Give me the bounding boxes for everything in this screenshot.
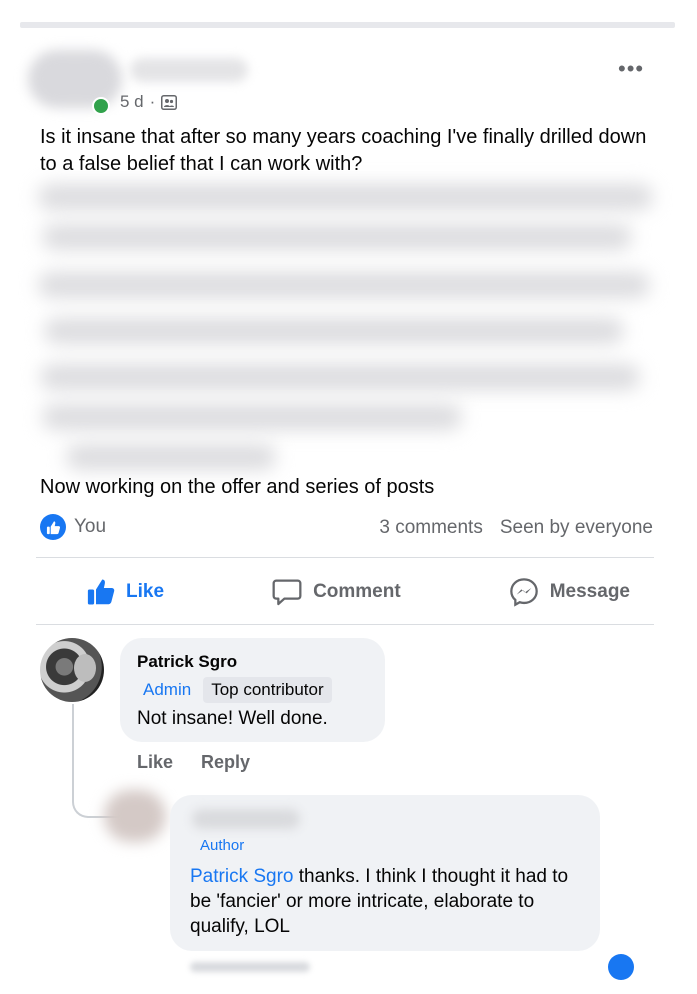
post-body-text: Is it insane that after so many years co… <box>40 126 647 175</box>
like-reaction-icon <box>40 514 66 540</box>
like-button-label: Like <box>126 581 165 602</box>
reply-actions-cutoff <box>190 962 310 972</box>
divider-top <box>36 557 654 558</box>
thumbs-up-icon <box>87 579 115 605</box>
reply-author-avatar[interactable] <box>104 790 166 842</box>
message-button[interactable]: Message <box>508 576 630 608</box>
meta-separator: · <box>149 92 156 111</box>
blurred-post-content <box>36 178 658 470</box>
thumbs-up-icon <box>46 520 60 534</box>
top-divider <box>20 22 675 28</box>
group-members-icon <box>161 94 178 110</box>
post-timestamp[interactable]: 5 d <box>120 92 144 112</box>
like-button[interactable]: Like <box>86 577 164 607</box>
divider-bottom <box>36 624 654 625</box>
comment-reply-button[interactable]: Reply <box>201 752 250 773</box>
poster-name[interactable] <box>130 58 248 82</box>
reply-text: Patrick Sgro thanks. I think I thought i… <box>190 864 590 939</box>
comment-author-badges: Admin Top contributor <box>137 677 332 703</box>
reply-author-name[interactable] <box>192 809 300 829</box>
reaction-icon-cutoff <box>608 954 634 980</box>
reply-bubble: Author Patrick Sgro thanks. I think I th… <box>170 795 600 951</box>
admin-badge[interactable]: Admin <box>137 677 198 703</box>
top-contributor-badge[interactable]: Top contributor <box>203 677 332 703</box>
post-action-bar: Like Comment Message <box>36 562 654 622</box>
comment-author-name[interactable]: Patrick Sgro <box>137 652 237 672</box>
message-button-label: Message <box>549 581 630 602</box>
messenger-icon <box>509 578 538 607</box>
online-status-dot <box>92 97 110 115</box>
comments-count[interactable]: 3 comments <box>379 517 482 539</box>
comment-like-button[interactable]: Like <box>137 752 173 773</box>
commenter-avatar[interactable] <box>40 638 104 702</box>
reaction-summary[interactable]: You <box>40 514 106 540</box>
reactor-name[interactable]: You <box>74 516 106 538</box>
comment-actions: Like Reply <box>137 752 250 773</box>
comment-text: Not insane! Well done. <box>137 708 328 729</box>
comment-bubble: Patrick Sgro Admin Top contributor Not i… <box>120 638 385 742</box>
author-badge: Author <box>200 837 245 854</box>
comment-bubble-icon <box>272 579 302 606</box>
more-options-icon[interactable]: ••• <box>618 58 644 80</box>
comment-button-label: Comment <box>313 581 401 602</box>
seen-by-label[interactable]: Seen by everyone <box>500 517 653 539</box>
post-body-text-2: Now working on the offer and series of p… <box>40 476 435 498</box>
post-meta: 5 d · <box>120 92 178 112</box>
comment-button[interactable]: Comment <box>271 576 401 608</box>
post-stats: 3 comments Seen by everyone <box>379 517 653 539</box>
mention-link[interactable]: Patrick Sgro <box>190 866 293 887</box>
